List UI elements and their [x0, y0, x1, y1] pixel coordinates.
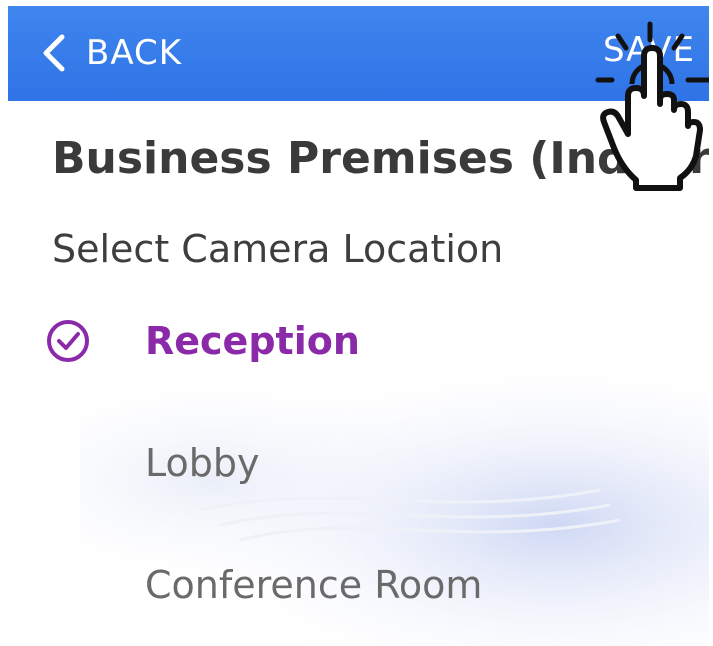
back-button[interactable]: BACK — [38, 28, 182, 78]
location-option-conference-room[interactable]: Conference Room — [40, 550, 640, 620]
location-option-label: Reception — [145, 319, 360, 363]
location-option-label: Lobby — [145, 441, 260, 485]
page-title: Business Premises (Indoor) — [52, 133, 713, 184]
section-subtitle: Select Camera Location — [52, 227, 504, 271]
save-button[interactable]: SAVE — [603, 30, 695, 70]
app-screen: BACK SAVE Business Premises (Indoor) Sel… — [0, 0, 713, 646]
content-area: Business Premises (Indoor) Select Camera… — [0, 101, 713, 646]
app-header: BACK SAVE — [8, 6, 713, 101]
location-option-reception[interactable]: Reception — [40, 306, 640, 376]
location-option-lobby[interactable]: Lobby — [40, 428, 640, 498]
back-label: BACK — [86, 33, 183, 73]
chevron-left-icon — [43, 34, 65, 72]
location-option-label: Conference Room — [145, 563, 483, 607]
right-edge — [709, 0, 713, 646]
check-circle-icon — [47, 320, 89, 362]
